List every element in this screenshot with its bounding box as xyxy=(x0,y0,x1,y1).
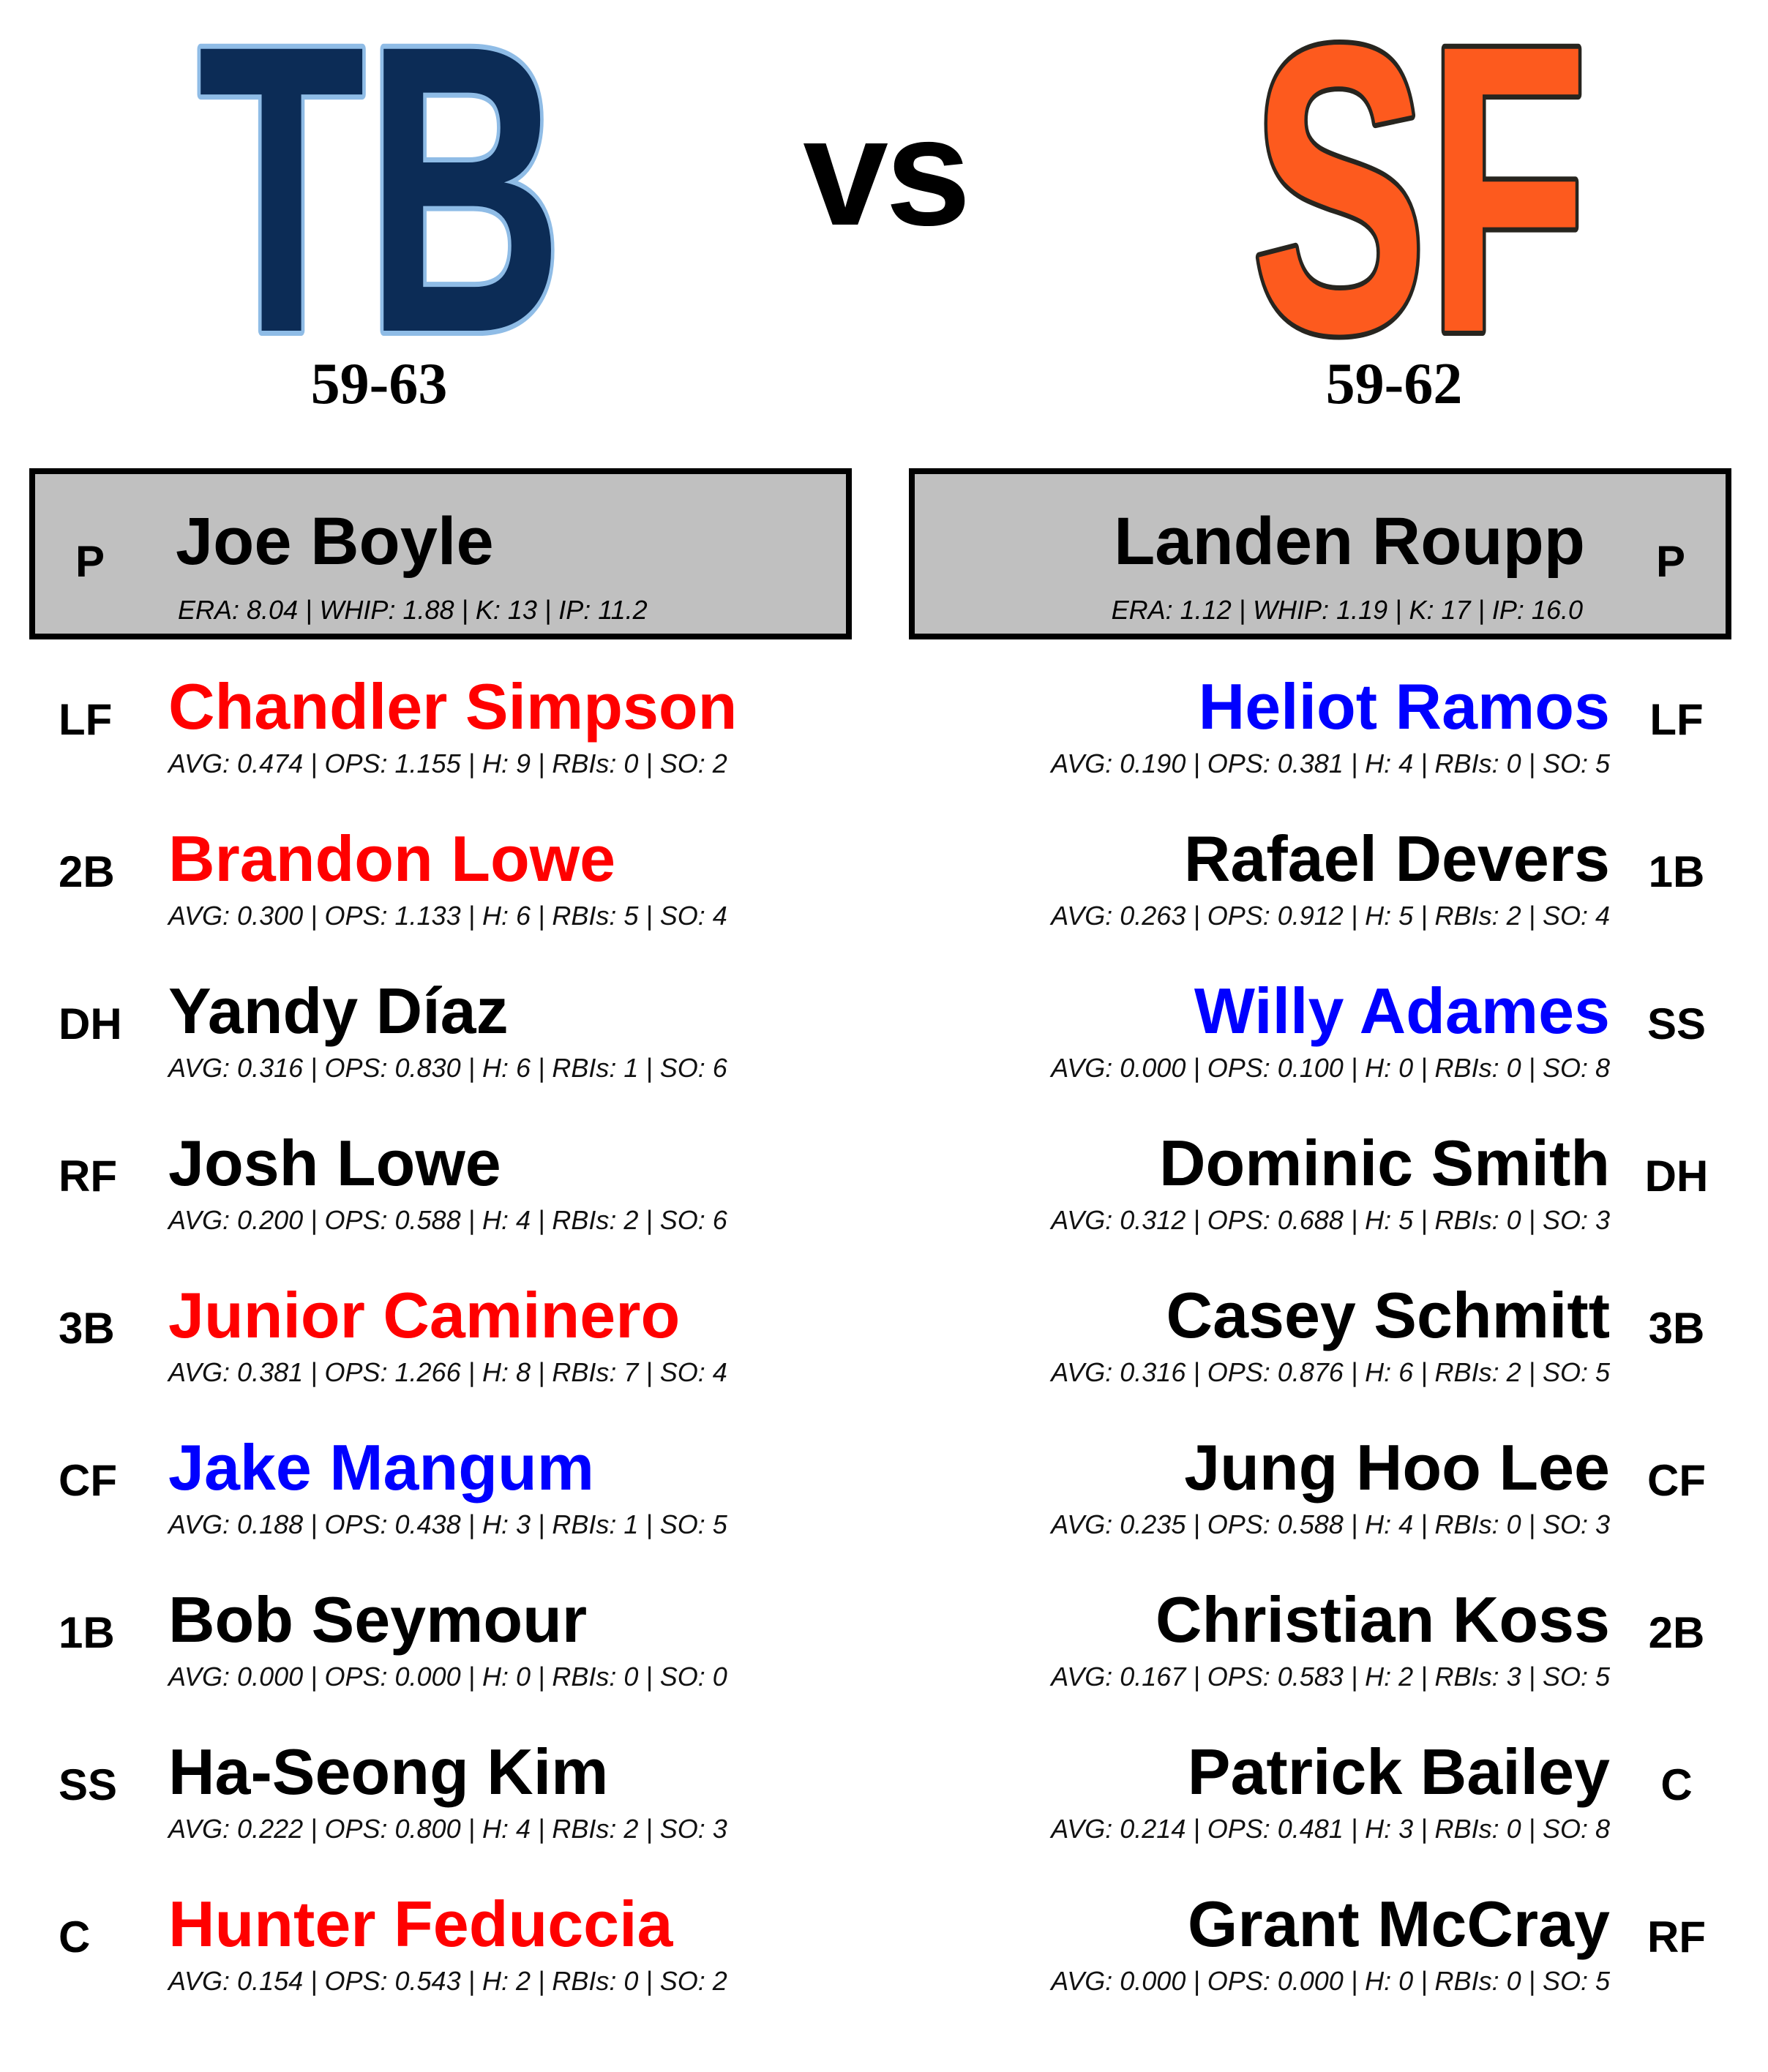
batter-position: 2B xyxy=(1648,1608,1705,1657)
batter-name: Heliot Ramos xyxy=(1198,670,1610,743)
batter-row: CF Jung Hoo Lee AVG: 0.235 | OPS: 0.588 | … xyxy=(890,1427,1739,1579)
away-team-record: 59-63 xyxy=(310,352,448,416)
batter-position: DH xyxy=(59,999,122,1048)
home-team-record: 59-62 xyxy=(1325,352,1463,416)
batter-stats: AVG: 0.381 | OPS: 1.266 | H: 8 | RBIs: 7… xyxy=(168,1357,727,1387)
batter-position: CF xyxy=(1647,1456,1706,1505)
batter-stats: AVG: 0.316 | OPS: 0.876 | H: 6 | RBIs: 2… xyxy=(1051,1357,1610,1387)
batter-stats: AVG: 0.214 | OPS: 0.481 | H: 3 | RBIs: 0… xyxy=(1051,1814,1610,1844)
batter-stats: AVG: 0.263 | OPS: 0.912 | H: 5 | RBIs: 2… xyxy=(1051,901,1610,931)
batter-stats: AVG: 0.235 | OPS: 0.588 | H: 4 | RBIs: 0… xyxy=(1051,1509,1610,1539)
batter-name: Junior Caminero xyxy=(168,1279,681,1351)
batter-row: SS Willy Adames AVG: 0.000 | OPS: 0.100 | … xyxy=(890,970,1739,1122)
batter-row: LF Heliot Ramos AVG: 0.190 | OPS: 0.381 | … xyxy=(890,666,1739,818)
batter-stats: AVG: 0.300 | OPS: 1.133 | H: 6 | RBIs: 5… xyxy=(168,901,727,931)
batter-name: Rafael Devers xyxy=(1183,822,1610,895)
batter-position: 2B xyxy=(59,847,115,896)
batter-row: RF Grant McCray AVG: 0.000 | OPS: 0.000 | … xyxy=(890,1883,1739,2035)
batter-name: Ha-Seong Kim xyxy=(168,1735,609,1808)
away-lineup: LF Chandler Simpson AVG: 0.474 | OPS: 1.15… xyxy=(29,666,878,2035)
batter-position: CF xyxy=(59,1456,117,1505)
batter-name: Grant McCray xyxy=(1187,1888,1610,1960)
batter-name: Yandy Díaz xyxy=(168,975,509,1047)
batter-stats: AVG: 0.154 | OPS: 0.543 | H: 2 | RBIs: 0… xyxy=(168,1966,727,1996)
batter-stats: AVG: 0.188 | OPS: 0.438 | H: 3 | RBIs: 1… xyxy=(168,1509,727,1539)
batter-position: RF xyxy=(1647,1913,1706,1962)
batter-row: 2B Brandon Lowe AVG: 0.300 | OPS: 1.133 | … xyxy=(29,818,878,970)
home-lineup: LF Heliot Ramos AVG: 0.190 | OPS: 0.381 | … xyxy=(890,666,1739,2035)
batter-name: Christian Koss xyxy=(1155,1583,1610,1656)
versus-label: vs xyxy=(803,86,971,258)
batter-row: 2B Christian Koss AVG: 0.167 | OPS: 0.583 … xyxy=(890,1579,1739,1731)
batter-name: Dominic Smith xyxy=(1158,1127,1610,1199)
batter-name: Jung Hoo Lee xyxy=(1184,1431,1610,1504)
pitcher-name: Landen Roupp xyxy=(1114,504,1585,579)
batter-stats: AVG: 0.316 | OPS: 0.830 | H: 6 | RBIs: 1… xyxy=(168,1053,727,1083)
batter-row: C Hunter Feduccia AVG: 0.154 | OPS: 0.543 … xyxy=(29,1883,878,2035)
batter-stats: AVG: 0.222 | OPS: 0.800 | H: 4 | RBIs: 2… xyxy=(168,1814,727,1844)
batter-stats: AVG: 0.000 | OPS: 0.000 | H: 0 | RBIs: 0… xyxy=(168,1662,727,1692)
batter-position: 3B xyxy=(1648,1304,1705,1353)
batter-row: 3B Casey Schmitt AVG: 0.316 | OPS: 0.876 |… xyxy=(890,1275,1739,1427)
pitcher-position: P xyxy=(75,537,105,586)
batter-name: Willy Adames xyxy=(1194,975,1610,1047)
batter-position: LF xyxy=(1649,695,1704,744)
batter-row: SS Ha-Seong Kim AVG: 0.222 | OPS: 0.800 | … xyxy=(29,1731,878,1883)
batter-position: SS xyxy=(1647,999,1707,1048)
away-team-logo-graphic: TB xyxy=(192,0,569,423)
batter-position: DH xyxy=(1644,1152,1709,1201)
batter-position: C xyxy=(1660,1760,1693,1809)
batter-stats: AVG: 0.167 | OPS: 0.583 | H: 2 | RBIs: 3… xyxy=(1051,1662,1610,1692)
batter-name: Brandon Lowe xyxy=(168,822,616,895)
batter-row: LF Chandler Simpson AVG: 0.474 | OPS: 1.15… xyxy=(29,666,878,818)
batter-name: Chandler Simpson xyxy=(168,670,738,743)
batter-stats: AVG: 0.312 | OPS: 0.688 | H: 5 | RBIs: 0… xyxy=(1051,1205,1610,1235)
pitcher-name: Joe Boyle xyxy=(176,504,494,579)
batter-row: DH Yandy Díaz AVG: 0.316 | OPS: 0.830 | H:… xyxy=(29,970,878,1122)
home-team-logo-graphic: SF xyxy=(1246,0,1593,423)
batter-row: RF Josh Lowe AVG: 0.200 | OPS: 0.588 | H: … xyxy=(29,1122,878,1275)
away-starting-pitcher-card: P Joe Boyle ERA: 8.04 | WHIP: 1.88 | K: … xyxy=(29,468,852,639)
home-team-logo: SF xyxy=(1215,0,1625,423)
batter-name: Jake Mangum xyxy=(168,1431,594,1504)
batter-position: RF xyxy=(59,1152,117,1201)
pitcher-stats: ERA: 1.12 | WHIP: 1.19 | K: 17 | IP: 16.… xyxy=(1111,595,1583,625)
batter-name: Josh Lowe xyxy=(168,1127,501,1199)
batter-stats: AVG: 0.200 | OPS: 0.588 | H: 4 | RBIs: 2… xyxy=(168,1205,727,1235)
batter-row: 3B Junior Caminero AVG: 0.381 | OPS: 1.266… xyxy=(29,1275,878,1427)
pitcher-stats: ERA: 8.04 | WHIP: 1.88 | K: 13 | IP: 11.… xyxy=(178,595,648,625)
batter-name: Bob Seymour xyxy=(168,1583,588,1656)
batter-position: 1B xyxy=(59,1608,115,1657)
batter-position: 3B xyxy=(59,1304,115,1353)
batter-name: Patrick Bailey xyxy=(1187,1735,1610,1808)
away-team-logo: TB xyxy=(176,0,585,423)
batter-stats: AVG: 0.000 | OPS: 0.100 | H: 0 | RBIs: 0… xyxy=(1051,1053,1610,1083)
batter-stats: AVG: 0.000 | OPS: 0.000 | H: 0 | RBIs: 0… xyxy=(1051,1966,1610,1996)
batter-row: 1B Bob Seymour AVG: 0.000 | OPS: 0.000 | H… xyxy=(29,1579,878,1731)
home-starting-pitcher-card: P Landen Roupp ERA: 1.12 | WHIP: 1.19 | … xyxy=(909,468,1731,639)
batter-stats: AVG: 0.190 | OPS: 0.381 | H: 4 | RBIs: 0… xyxy=(1051,748,1610,778)
batter-name: Casey Schmitt xyxy=(1166,1279,1610,1351)
batter-name: Hunter Feduccia xyxy=(168,1888,673,1960)
batter-position: LF xyxy=(59,695,113,744)
batter-row: C Patrick Bailey AVG: 0.214 | OPS: 0.481 |… xyxy=(890,1731,1739,1883)
batter-row: DH Dominic Smith AVG: 0.312 | OPS: 0.688 |… xyxy=(890,1122,1739,1275)
batter-row: CF Jake Mangum AVG: 0.188 | OPS: 0.438 | H… xyxy=(29,1427,878,1579)
batter-row: 1B Rafael Devers AVG: 0.263 | OPS: 0.912 |… xyxy=(890,818,1739,970)
batter-position: SS xyxy=(59,1760,118,1809)
batter-position: 1B xyxy=(1648,847,1705,896)
pitcher-position: P xyxy=(1655,537,1685,586)
batter-position: C xyxy=(59,1913,91,1962)
batter-stats: AVG: 0.474 | OPS: 1.155 | H: 9 | RBIs: 0… xyxy=(168,748,727,778)
